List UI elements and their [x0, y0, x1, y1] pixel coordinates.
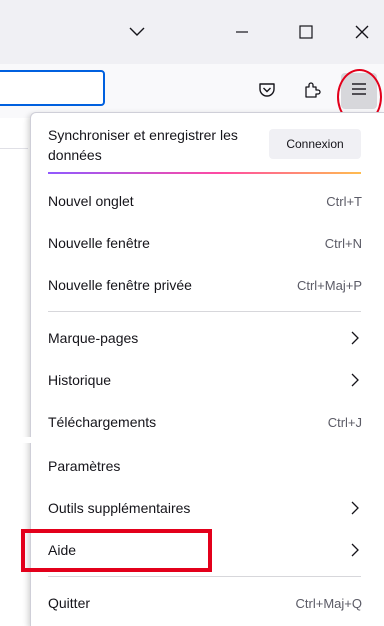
screenshot-splice [0, 437, 384, 443]
menu-item-label: Aide [48, 542, 77, 558]
minimize-icon[interactable] [230, 20, 254, 44]
menu-item-history[interactable]: Historique [48, 366, 362, 394]
menu-item-shortcut: Ctrl+T [326, 193, 362, 209]
menu-item-label: Quitter [48, 595, 91, 611]
chevron-right-icon [348, 543, 362, 557]
menu-item-private-window[interactable]: Nouvelle fenêtre privée Ctrl+Maj+P [48, 271, 362, 299]
sync-text[interactable]: Synchroniser et enregistrer les données [48, 125, 248, 165]
menu-item-shortcut: Ctrl+Maj+P [296, 277, 362, 293]
app-menu-panel: Synchroniser et enregistrer les données … [30, 112, 384, 626]
hamburger-menu-icon [351, 82, 367, 101]
menu-item-shortcut: Ctrl+N [324, 235, 362, 251]
chevron-down-icon[interactable] [125, 20, 149, 44]
extensions-icon[interactable] [300, 78, 324, 102]
menu-item-shortcut: Ctrl+J [327, 414, 362, 430]
menu-item-downloads[interactable]: Téléchargements Ctrl+J [48, 408, 362, 436]
menu-item-settings[interactable]: Paramètres [48, 452, 362, 480]
maximize-icon[interactable] [294, 20, 318, 44]
page-content [0, 118, 28, 626]
menu-item-label: Outils supplémentaires [48, 500, 191, 516]
close-icon[interactable] [350, 20, 374, 44]
url-bar[interactable] [0, 70, 105, 106]
menu-item-new-tab[interactable]: Nouvel onglet Ctrl+T [48, 187, 362, 215]
menu-item-label: Historique [48, 372, 112, 388]
sync-separator [48, 172, 361, 174]
title-bar [0, 0, 384, 64]
pocket-icon[interactable] [255, 78, 279, 102]
firefox-window: Synchroniser et enregistrer les données … [0, 0, 384, 626]
menu-item-label: Nouvel onglet [48, 193, 134, 209]
page-divider [0, 148, 28, 149]
chevron-right-icon [348, 331, 362, 345]
menu-separator [48, 576, 361, 577]
menu-item-label: Nouvelle fenêtre privée [48, 277, 192, 293]
menu-item-label: Nouvelle fenêtre [48, 235, 150, 251]
chevron-right-icon [348, 501, 362, 515]
menu-item-more-tools[interactable]: Outils supplémentaires [48, 494, 362, 522]
menu-item-quit[interactable]: Quitter Ctrl+Maj+Q [48, 589, 362, 617]
menu-item-label: Marque-pages [48, 330, 139, 346]
menu-separator [48, 311, 361, 312]
menu-item-label: Paramètres [48, 458, 121, 474]
menu-item-shortcut: Ctrl+Maj+Q [295, 595, 362, 611]
menu-item-bookmarks[interactable]: Marque-pages [48, 324, 362, 352]
nav-toolbar [0, 64, 384, 118]
menu-item-label: Téléchargements [48, 414, 157, 430]
menu-item-help[interactable]: Aide [48, 536, 362, 564]
menu-item-new-window[interactable]: Nouvelle fenêtre Ctrl+N [48, 229, 362, 257]
connect-button[interactable]: Connexion [269, 129, 361, 159]
app-menu-button[interactable] [341, 73, 377, 109]
chevron-right-icon [348, 373, 362, 387]
